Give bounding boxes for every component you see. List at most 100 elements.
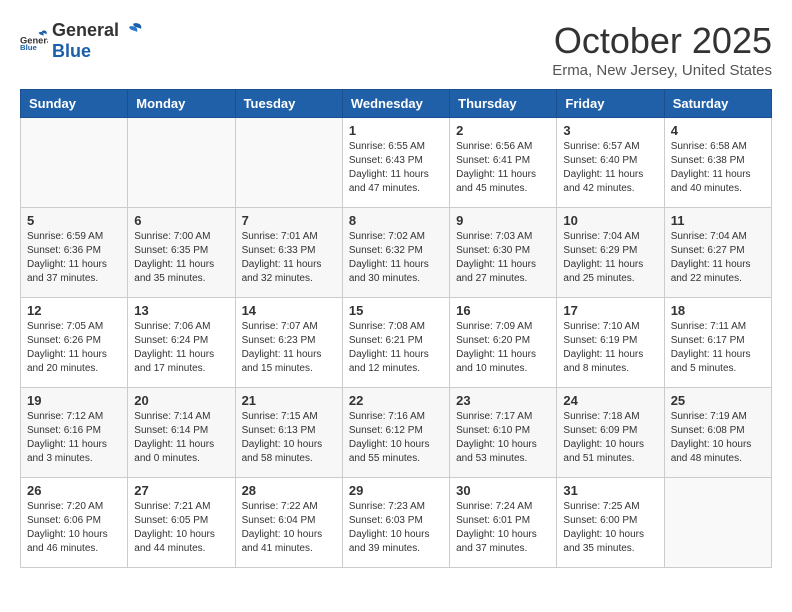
calendar-cell [128,118,235,208]
day-number: 14 [242,303,336,318]
day-number: 28 [242,483,336,498]
day-info: Sunrise: 7:20 AM Sunset: 6:06 PM Dayligh… [27,500,121,556]
calendar-cell: 24 Sunrise: 7:18 AM Sunset: 6:09 PM Dayli… [557,388,664,478]
day-info: Sunrise: 7:18 AM Sunset: 6:09 PM Dayligh… [563,410,657,466]
day-number: 23 [456,393,550,408]
month-title: October 2025 [552,20,772,62]
day-number: 15 [349,303,443,318]
day-number: 22 [349,393,443,408]
header: General Blue General Blue October 2025 E… [20,20,772,79]
day-number: 9 [456,213,550,228]
day-info: Sunrise: 7:10 AM Sunset: 6:19 PM Dayligh… [563,320,657,376]
day-info: Sunrise: 7:02 AM Sunset: 6:32 PM Dayligh… [349,230,443,286]
day-number: 25 [671,393,765,408]
title-section: October 2025 Erma, New Jersey, United St… [552,20,772,79]
day-number: 13 [134,303,228,318]
day-number: 8 [349,213,443,228]
calendar-cell: 11 Sunrise: 7:04 AM Sunset: 6:27 PM Dayli… [664,208,771,298]
day-info: Sunrise: 7:16 AM Sunset: 6:12 PM Dayligh… [349,410,443,466]
calendar-cell: 3 Sunrise: 6:57 AM Sunset: 6:40 PM Daylig… [557,118,664,208]
day-header-monday: Monday [128,90,235,118]
day-info: Sunrise: 7:19 AM Sunset: 6:08 PM Dayligh… [671,410,765,466]
calendar-cell: 15 Sunrise: 7:08 AM Sunset: 6:21 PM Dayli… [342,298,449,388]
day-number: 2 [456,123,550,138]
calendar-cell: 1Sunrise: 6:55 AM Sunset: 6:43 PM Daylig… [342,118,449,208]
day-info: Sunrise: 7:08 AM Sunset: 6:21 PM Dayligh… [349,320,443,376]
calendar-cell: 19Sunrise: 7:12 AM Sunset: 6:16 PM Dayli… [21,388,128,478]
day-number: 31 [563,483,657,498]
calendar-cell: 30Sunrise: 7:24 AM Sunset: 6:01 PM Dayli… [450,478,557,568]
day-info: Sunrise: 6:56 AM Sunset: 6:41 PM Dayligh… [456,140,550,196]
day-number: 10 [563,213,657,228]
day-info: Sunrise: 6:58 AM Sunset: 6:38 PM Dayligh… [671,140,765,196]
calendar-cell: 31 Sunrise: 7:25 AM Sunset: 6:00 PM Dayli… [557,478,664,568]
day-info: Sunrise: 7:06 AM Sunset: 6:24 PM Dayligh… [134,320,228,376]
calendar-cell: 29Sunrise: 7:23 AM Sunset: 6:03 PM Dayli… [342,478,449,568]
day-header-sunday: Sunday [21,90,128,118]
calendar-cell: 22 Sunrise: 7:16 AM Sunset: 6:12 PM Dayli… [342,388,449,478]
logo-general-text: General [52,20,119,41]
day-number: 6 [134,213,228,228]
day-info: Sunrise: 7:04 AM Sunset: 6:27 PM Dayligh… [671,230,765,286]
logo: General Blue General Blue [20,20,145,62]
calendar-week-4: 19Sunrise: 7:12 AM Sunset: 6:16 PM Dayli… [21,388,772,478]
day-info: Sunrise: 7:24 AM Sunset: 6:01 PM Dayligh… [456,500,550,556]
day-number: 11 [671,213,765,228]
location-title: Erma, New Jersey, United States [552,62,772,79]
day-info: Sunrise: 7:11 AM Sunset: 6:17 PM Dayligh… [671,320,765,376]
calendar-week-2: 5Sunrise: 6:59 AM Sunset: 6:36 PM Daylig… [21,208,772,298]
day-number: 4 [671,123,765,138]
day-info: Sunrise: 7:17 AM Sunset: 6:10 PM Dayligh… [456,410,550,466]
calendar-cell [21,118,128,208]
calendar-cell: 18 Sunrise: 7:11 AM Sunset: 6:17 PM Dayli… [664,298,771,388]
day-info: Sunrise: 7:21 AM Sunset: 6:05 PM Dayligh… [134,500,228,556]
day-number: 18 [671,303,765,318]
calendar-cell: 14Sunrise: 7:07 AM Sunset: 6:23 PM Dayli… [235,298,342,388]
day-number: 26 [27,483,121,498]
calendar-cell [235,118,342,208]
calendar-cell: 6 Sunrise: 7:00 AM Sunset: 6:35 PM Daylig… [128,208,235,298]
calendar-cell: 25 Sunrise: 7:19 AM Sunset: 6:08 PM Dayli… [664,388,771,478]
day-info: Sunrise: 7:03 AM Sunset: 6:30 PM Dayligh… [456,230,550,286]
day-number: 24 [563,393,657,408]
day-info: Sunrise: 6:59 AM Sunset: 6:36 PM Dayligh… [27,230,121,286]
day-info: Sunrise: 6:57 AM Sunset: 6:40 PM Dayligh… [563,140,657,196]
calendar-cell: 8 Sunrise: 7:02 AM Sunset: 6:32 PM Daylig… [342,208,449,298]
day-header-thursday: Thursday [450,90,557,118]
day-number: 3 [563,123,657,138]
calendar-cell: 20Sunrise: 7:14 AM Sunset: 6:14 PM Dayli… [128,388,235,478]
calendar-cell: 23 Sunrise: 7:17 AM Sunset: 6:10 PM Dayli… [450,388,557,478]
calendar-table: SundayMondayTuesdayWednesdayThursdayFrid… [20,89,772,568]
day-header-saturday: Saturday [664,90,771,118]
day-info: Sunrise: 7:00 AM Sunset: 6:35 PM Dayligh… [134,230,228,286]
calendar-cell: 27 Sunrise: 7:21 AM Sunset: 6:05 PM Dayli… [128,478,235,568]
calendar-cell: 26 Sunrise: 7:20 AM Sunset: 6:06 PM Dayli… [21,478,128,568]
calendar-cell: 12 Sunrise: 7:05 AM Sunset: 6:26 PM Dayli… [21,298,128,388]
day-header-wednesday: Wednesday [342,90,449,118]
calendar-cell: 21 Sunrise: 7:15 AM Sunset: 6:13 PM Dayli… [235,388,342,478]
calendar-cell: 9 Sunrise: 7:03 AM Sunset: 6:30 PM Daylig… [450,208,557,298]
calendar-cell: 2 Sunrise: 6:56 AM Sunset: 6:41 PM Daylig… [450,118,557,208]
day-number: 21 [242,393,336,408]
day-header-friday: Friday [557,90,664,118]
day-info: Sunrise: 7:15 AM Sunset: 6:13 PM Dayligh… [242,410,336,466]
svg-text:Blue: Blue [20,42,38,49]
day-info: Sunrise: 7:25 AM Sunset: 6:00 PM Dayligh… [563,500,657,556]
day-number: 27 [134,483,228,498]
calendar-cell: 4 Sunrise: 6:58 AM Sunset: 6:38 PM Daylig… [664,118,771,208]
day-number: 19 [27,393,121,408]
day-info: Sunrise: 7:01 AM Sunset: 6:33 PM Dayligh… [242,230,336,286]
calendar-cell: 16 Sunrise: 7:09 AM Sunset: 6:20 PM Dayli… [450,298,557,388]
calendar-cell: 5Sunrise: 6:59 AM Sunset: 6:36 PM Daylig… [21,208,128,298]
logo-blue-text: Blue [52,41,91,61]
day-info: Sunrise: 7:05 AM Sunset: 6:26 PM Dayligh… [27,320,121,376]
day-info: Sunrise: 7:09 AM Sunset: 6:20 PM Dayligh… [456,320,550,376]
day-number: 16 [456,303,550,318]
day-number: 17 [563,303,657,318]
calendar-cell: 17 Sunrise: 7:10 AM Sunset: 6:19 PM Dayli… [557,298,664,388]
day-number: 1 [349,123,443,138]
day-number: 12 [27,303,121,318]
calendar-cell [664,478,771,568]
calendar-cell: 7Sunrise: 7:01 AM Sunset: 6:33 PM Daylig… [235,208,342,298]
day-info: Sunrise: 7:23 AM Sunset: 6:03 PM Dayligh… [349,500,443,556]
